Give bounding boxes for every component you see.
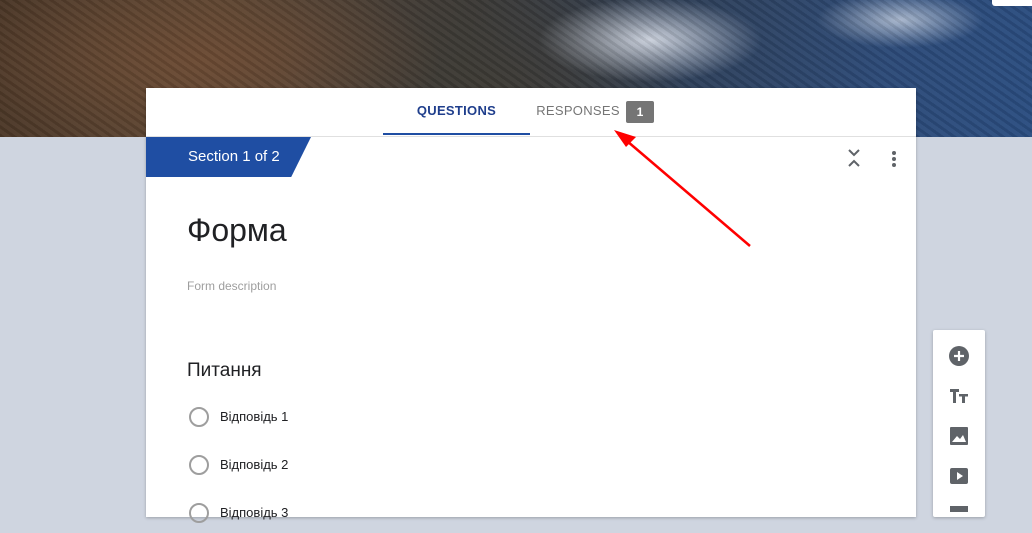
form-title[interactable]: Форма <box>187 212 287 249</box>
form-card: QUESTIONS RESPONSES 1 Section 1 of 2 Фор… <box>146 88 916 523</box>
radio-button[interactable] <box>189 407 209 427</box>
question-title[interactable]: Питання <box>187 360 262 382</box>
form-description-field[interactable]: Form description <box>187 279 276 293</box>
collapse-section-icon[interactable] <box>846 147 862 169</box>
add-section-icon[interactable] <box>947 504 971 528</box>
more-options-icon[interactable] <box>884 148 904 170</box>
radio-button[interactable] <box>189 503 209 523</box>
responses-count-badge: 1 <box>626 101 654 123</box>
add-video-icon[interactable] <box>947 464 971 488</box>
add-title-icon[interactable] <box>947 384 971 408</box>
tab-bar: QUESTIONS RESPONSES 1 <box>146 88 916 137</box>
corner-button[interactable] <box>992 0 1032 6</box>
side-toolbar <box>933 330 985 517</box>
tab-responses[interactable]: RESPONSES <box>530 88 626 135</box>
add-image-icon[interactable] <box>947 424 971 448</box>
section-indicator: Section 1 of 2 <box>146 137 311 177</box>
section-label: Section 1 of 2 <box>188 148 280 165</box>
radio-button[interactable] <box>189 455 209 475</box>
add-question-icon[interactable] <box>947 344 971 368</box>
option-label: Відповідь 2 <box>220 457 289 472</box>
option-label: Відповідь 3 <box>220 505 289 520</box>
option-label: Відповідь 1 <box>220 409 289 424</box>
tab-questions[interactable]: QUESTIONS <box>383 88 530 135</box>
